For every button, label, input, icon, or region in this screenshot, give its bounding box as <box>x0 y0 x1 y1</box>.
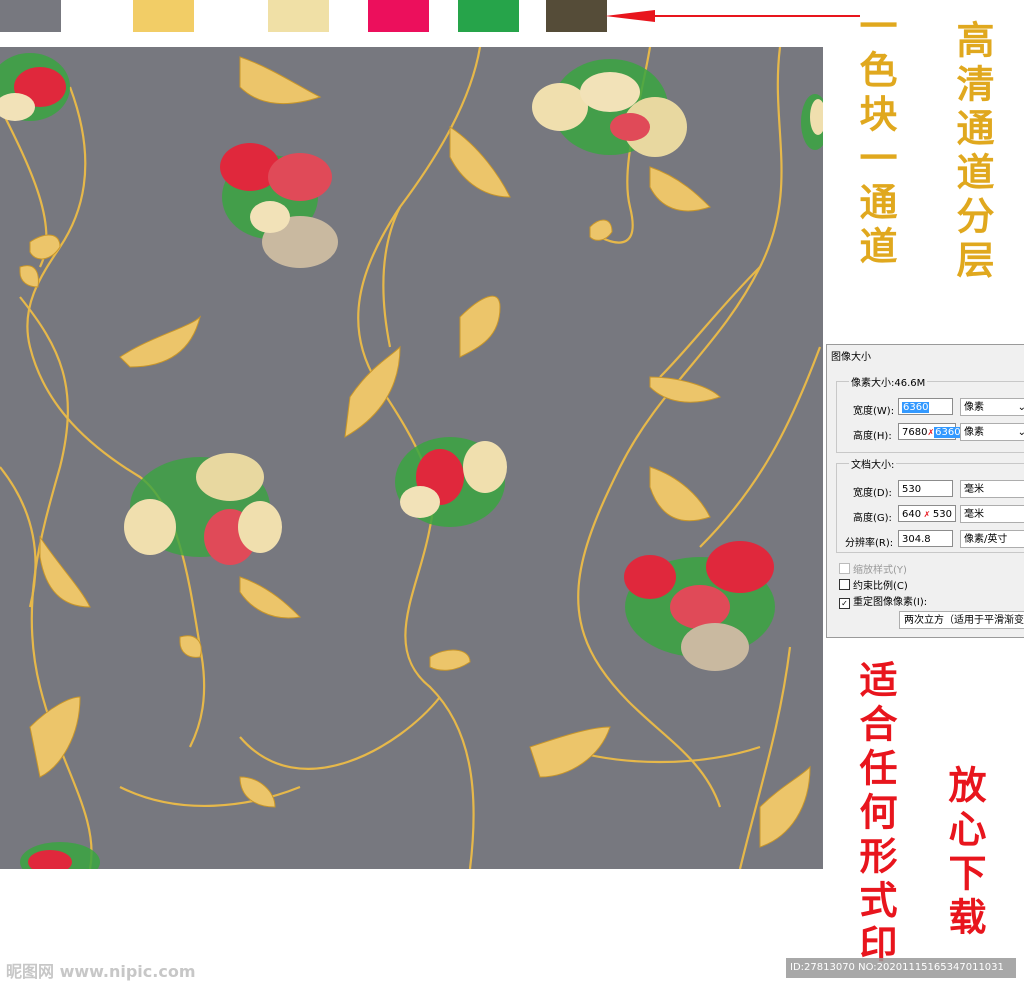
color-swatch-brown <box>546 0 607 32</box>
height-label: 高度(H): <box>853 431 892 442</box>
width-unit: 像素 <box>964 402 984 413</box>
correction-mark-icon: ✗ <box>921 510 933 519</box>
resolution-unit: 像素/英寸 <box>964 534 1008 545</box>
color-swatch-white <box>70 0 122 32</box>
caption-one-channel: 一色块一通道 <box>853 6 898 270</box>
doc-width-value: 530 <box>902 484 922 495</box>
doc-width-unit: 毫米 <box>964 484 984 495</box>
doc-width-unit-select[interactable]: 毫米 <box>960 480 1024 498</box>
resample-method: 两次立方（适用于平滑渐变 <box>904 615 1024 626</box>
resolution-label: 分辨率(R): <box>845 538 894 549</box>
doc-height-label: 高度(G): <box>853 513 892 524</box>
height-input[interactable]: 7680✗6360 <box>898 423 962 440</box>
checkbox-empty-icon <box>839 563 850 574</box>
image-id-bar: ID:27813070 NO:20201115165347011031 <box>786 958 1016 978</box>
doc-width-label: 宽度(D): <box>853 488 892 499</box>
resample-method-select[interactable]: 两次立方（适用于平滑渐变 <box>899 611 1024 629</box>
resolution-value: 304.8 <box>902 534 931 545</box>
pixel-dimensions-group <box>836 381 1024 453</box>
resolution-input[interactable]: 304.8 <box>898 530 953 547</box>
caption-hd-layers: 高清通道分层 <box>950 20 995 284</box>
color-swatch-pink <box>368 0 429 32</box>
caption-download: 放心下载 <box>942 765 987 941</box>
constrain-label: 约束比例(C) <box>853 581 908 592</box>
checkbox-empty-icon <box>839 579 850 590</box>
doc-size-label: 文档大小: <box>849 456 897 471</box>
doc-height-old-value: 640 <box>902 509 922 520</box>
height-unit-select[interactable]: 像素 ⌄ <box>960 423 1024 441</box>
height-unit: 像素 <box>964 427 984 438</box>
width-unit-select[interactable]: 像素 ⌄ <box>960 398 1024 416</box>
site-watermark: 昵图网 www.nipic.com <box>6 962 196 981</box>
image-size-dialog: 图像大小 像素大小:46.6M 宽度(W): 6360 像素 ⌄ 高度(H): 7… <box>826 344 1024 638</box>
color-swatch-green <box>458 0 519 32</box>
chevron-down-icon: ⌄ <box>1017 427 1024 438</box>
width-value: 6360 <box>902 402 930 413</box>
chevron-down-icon: ⌄ <box>1017 402 1024 413</box>
width-input[interactable]: 6360 <box>898 398 953 415</box>
resolution-unit-select[interactable]: 像素/英寸 <box>960 530 1024 548</box>
floral-pattern <box>0 47 823 869</box>
resample-checkbox[interactable]: ✓ 重定图像像素(I): <box>839 593 927 609</box>
color-swatch-yellow <box>133 0 194 32</box>
pixel-size-label: 像素大小:46.6M <box>849 374 928 389</box>
constrain-checkbox[interactable]: 约束比例(C) <box>839 577 908 592</box>
doc-height-value: 530 <box>932 509 952 520</box>
scale-styles-checkbox[interactable]: 缩放样式(Y) <box>839 561 907 576</box>
caption-any-print: 适合任何形式印 <box>853 660 898 968</box>
red-arrow-icon <box>605 10 860 22</box>
width-label: 宽度(W): <box>853 406 895 417</box>
pattern-artwork <box>0 47 823 869</box>
checkmark-icon: ✓ <box>839 598 850 609</box>
resample-label: 重定图像像素(I): <box>853 597 928 608</box>
doc-height-unit: 毫米 <box>964 509 984 520</box>
scale-styles-label: 缩放样式(Y) <box>853 565 907 576</box>
height-value: 6360 <box>934 427 962 438</box>
height-old-value: 7680 <box>902 427 928 438</box>
color-swatch-cream <box>268 0 329 32</box>
doc-height-input[interactable]: 640 ✗ 530 <box>898 505 956 522</box>
doc-width-input[interactable]: 530 <box>898 480 953 497</box>
dialog-title: 图像大小 <box>831 352 871 363</box>
color-swatch-gray <box>0 0 61 32</box>
doc-height-unit-select[interactable]: 毫米 <box>960 505 1024 523</box>
